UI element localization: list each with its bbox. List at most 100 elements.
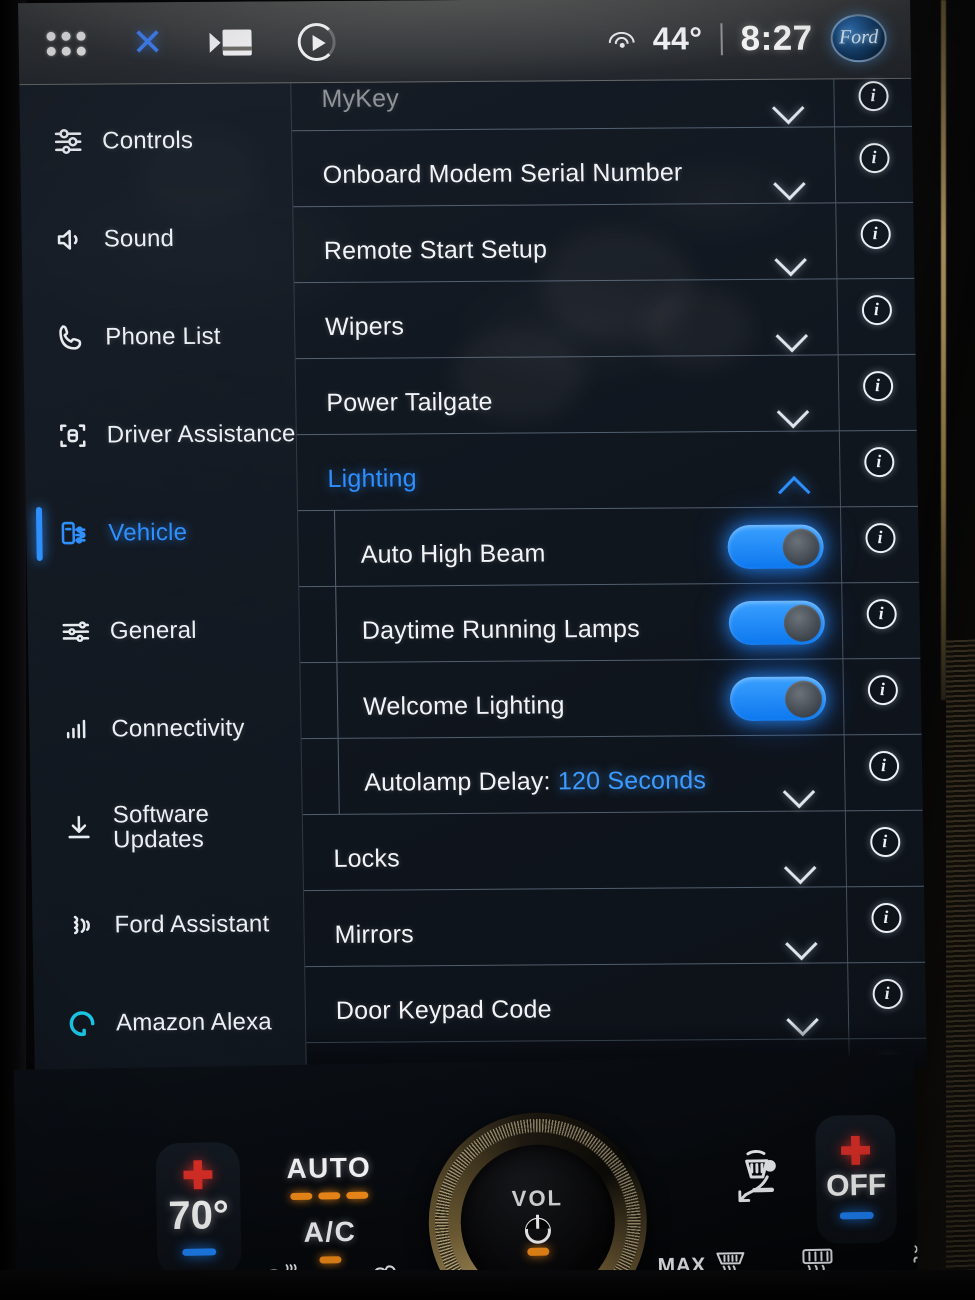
autolamp-delay-label: Autolamp Delay:	[364, 767, 551, 797]
minus-icon[interactable]	[182, 1248, 217, 1257]
row-info-button[interactable]: i	[841, 582, 921, 659]
plus-icon[interactable]: ✚	[182, 1155, 215, 1198]
status-divider	[720, 22, 723, 55]
table-row-welcome-lighting[interactable]: Welcome Lighting i	[300, 658, 922, 740]
chevron-down-icon	[775, 247, 805, 265]
row-label: Door Keypad Code	[335, 995, 552, 1025]
table-row-daytime-running-lamps[interactable]: Daytime Running Lamps i	[299, 582, 921, 664]
sidebar-item-software-updates[interactable]: Software Updates	[30, 777, 303, 877]
sidebar-item-phone-list[interactable]: Phone List	[22, 287, 295, 387]
info-circle-icon: i	[859, 218, 891, 249]
info-circle-icon: i	[867, 674, 898, 705]
row-expander[interactable]	[752, 778, 845, 811]
table-row[interactable]: MyKey i	[291, 78, 913, 132]
driver-temperature-control[interactable]: ✚ 70°	[155, 1141, 242, 1278]
toggle-auto-high-beam[interactable]	[710, 524, 841, 583]
controls-sliders-icon	[50, 126, 87, 158]
row-label: Mirrors	[334, 920, 415, 949]
close-x-icon[interactable]: ✕	[131, 22, 164, 64]
row-expander[interactable]	[756, 1006, 849, 1039]
row-expander[interactable]	[745, 322, 838, 355]
info-circle-icon: i	[863, 446, 895, 477]
sidebar-item-vehicle[interactable]: Vehicle	[26, 483, 299, 583]
table-row[interactable]: Door Keypad Code i	[305, 962, 927, 1044]
info-circle-icon: i	[864, 522, 896, 553]
row-info-button[interactable]: i	[844, 810, 924, 887]
row-expander[interactable]	[742, 94, 835, 127]
row-info-button[interactable]: i	[836, 278, 916, 355]
table-row[interactable]: Onboard Modem Serial Number i	[292, 126, 914, 208]
play-circle-icon[interactable]	[297, 22, 336, 61]
passenger-temperature-value: OFF	[825, 1168, 887, 1203]
minus-icon[interactable]	[839, 1211, 874, 1220]
chevron-down-icon	[776, 323, 806, 341]
info-circle-icon: i	[868, 750, 899, 781]
row-info-button[interactable]: i	[845, 886, 926, 963]
table-row[interactable]: Remote Start Setup i	[293, 202, 915, 284]
row-expander[interactable]	[746, 398, 839, 431]
sidebar-item-controls[interactable]: Controls	[19, 91, 292, 191]
assistant-icon	[62, 910, 99, 942]
sidebar-item-label: Vehicle	[108, 518, 188, 547]
table-row[interactable]: Mirrors i	[303, 886, 926, 968]
chevron-down-icon	[784, 855, 814, 873]
row-info-button[interactable]: i	[847, 962, 927, 1039]
sidebar-item-amazon-alexa[interactable]: Amazon Alexa	[33, 973, 306, 1073]
grid-apps-icon[interactable]	[46, 31, 86, 56]
row-collapse[interactable]	[747, 474, 840, 507]
row-label: Autolamp Delay: 120 Seconds	[302, 766, 753, 814]
row-expander[interactable]	[743, 170, 836, 203]
info-circle-icon: i	[869, 826, 901, 857]
chevron-down-icon	[777, 399, 807, 417]
row-info-button[interactable]: i	[833, 78, 913, 127]
toggle-switch-on	[727, 524, 824, 570]
row-expander[interactable]	[753, 854, 846, 887]
sidebar-item-ford-assistant[interactable]: Ford Assistant	[32, 875, 305, 975]
row-info-button[interactable]: i	[843, 734, 923, 811]
driver-assistance-icon	[55, 420, 92, 452]
sidebar-item-connectivity[interactable]: Connectivity	[29, 679, 302, 779]
table-row-autolamp-delay[interactable]: Autolamp Delay: 120 Seconds i	[301, 734, 923, 816]
table-row-auto-high-beam[interactable]: Auto High Beam i	[298, 506, 920, 588]
power-icon[interactable]	[524, 1217, 552, 1244]
row-label: Lighting	[327, 464, 417, 493]
row-info-button[interactable]: i	[840, 506, 920, 583]
media-video-icon[interactable]	[209, 28, 252, 56]
table-row[interactable]: Wipers i	[294, 278, 916, 360]
table-row-lighting[interactable]: Lighting i	[296, 430, 919, 512]
sidebar-item-label: Controls	[101, 126, 194, 155]
row-label: Auto High Beam	[360, 539, 546, 569]
row-label: Wipers	[324, 312, 405, 341]
ford-logo-icon[interactable]: Ford	[830, 13, 888, 62]
row-info-button[interactable]: i	[837, 354, 917, 431]
vehicle-settings-list: MyKey i Onboard Modem Serial Number i Re…	[291, 78, 927, 1073]
passenger-temperature-control[interactable]: ✚ OFF	[814, 1114, 898, 1244]
ac-button[interactable]: A/C	[275, 1215, 386, 1264]
auto-climate-button[interactable]: AUTO	[274, 1151, 385, 1201]
row-info-button[interactable]: i	[838, 430, 919, 507]
row-info-button[interactable]: i	[842, 658, 922, 735]
row-expander[interactable]	[755, 930, 848, 963]
row-info-button[interactable]: i	[834, 126, 914, 203]
toggle-daytime-running-lamps[interactable]	[711, 600, 842, 659]
airflow-seat-icon[interactable]	[721, 1144, 792, 1215]
toggle-welcome-lighting[interactable]	[713, 676, 844, 735]
sidebar-item-label: Amazon Alexa	[115, 1007, 273, 1036]
sidebar-item-label: Phone List	[105, 322, 221, 351]
sidebar-item-sound[interactable]: Sound	[21, 189, 294, 289]
table-row[interactable]: Locks i	[302, 810, 924, 892]
alexa-ring-icon	[64, 1008, 101, 1040]
row-expander[interactable]	[744, 246, 837, 279]
plus-icon[interactable]: ✚	[839, 1131, 872, 1174]
sidebar-item-general[interactable]: General	[27, 581, 300, 681]
ford-logo-text: Ford	[838, 26, 879, 49]
sidebar-item-driver-assistance[interactable]: Driver Assistance	[24, 385, 297, 485]
wifi-icon[interactable]	[608, 29, 635, 49]
bezel-chrome-trim	[941, 0, 946, 700]
table-row[interactable]: Power Tailgate i	[295, 354, 917, 436]
chevron-down-icon	[783, 779, 813, 797]
row-info-button[interactable]: i	[835, 202, 915, 279]
chevron-down-icon	[787, 1007, 817, 1025]
sidebar-item-label: General	[109, 616, 197, 645]
bezel-bottom	[0, 1270, 975, 1300]
